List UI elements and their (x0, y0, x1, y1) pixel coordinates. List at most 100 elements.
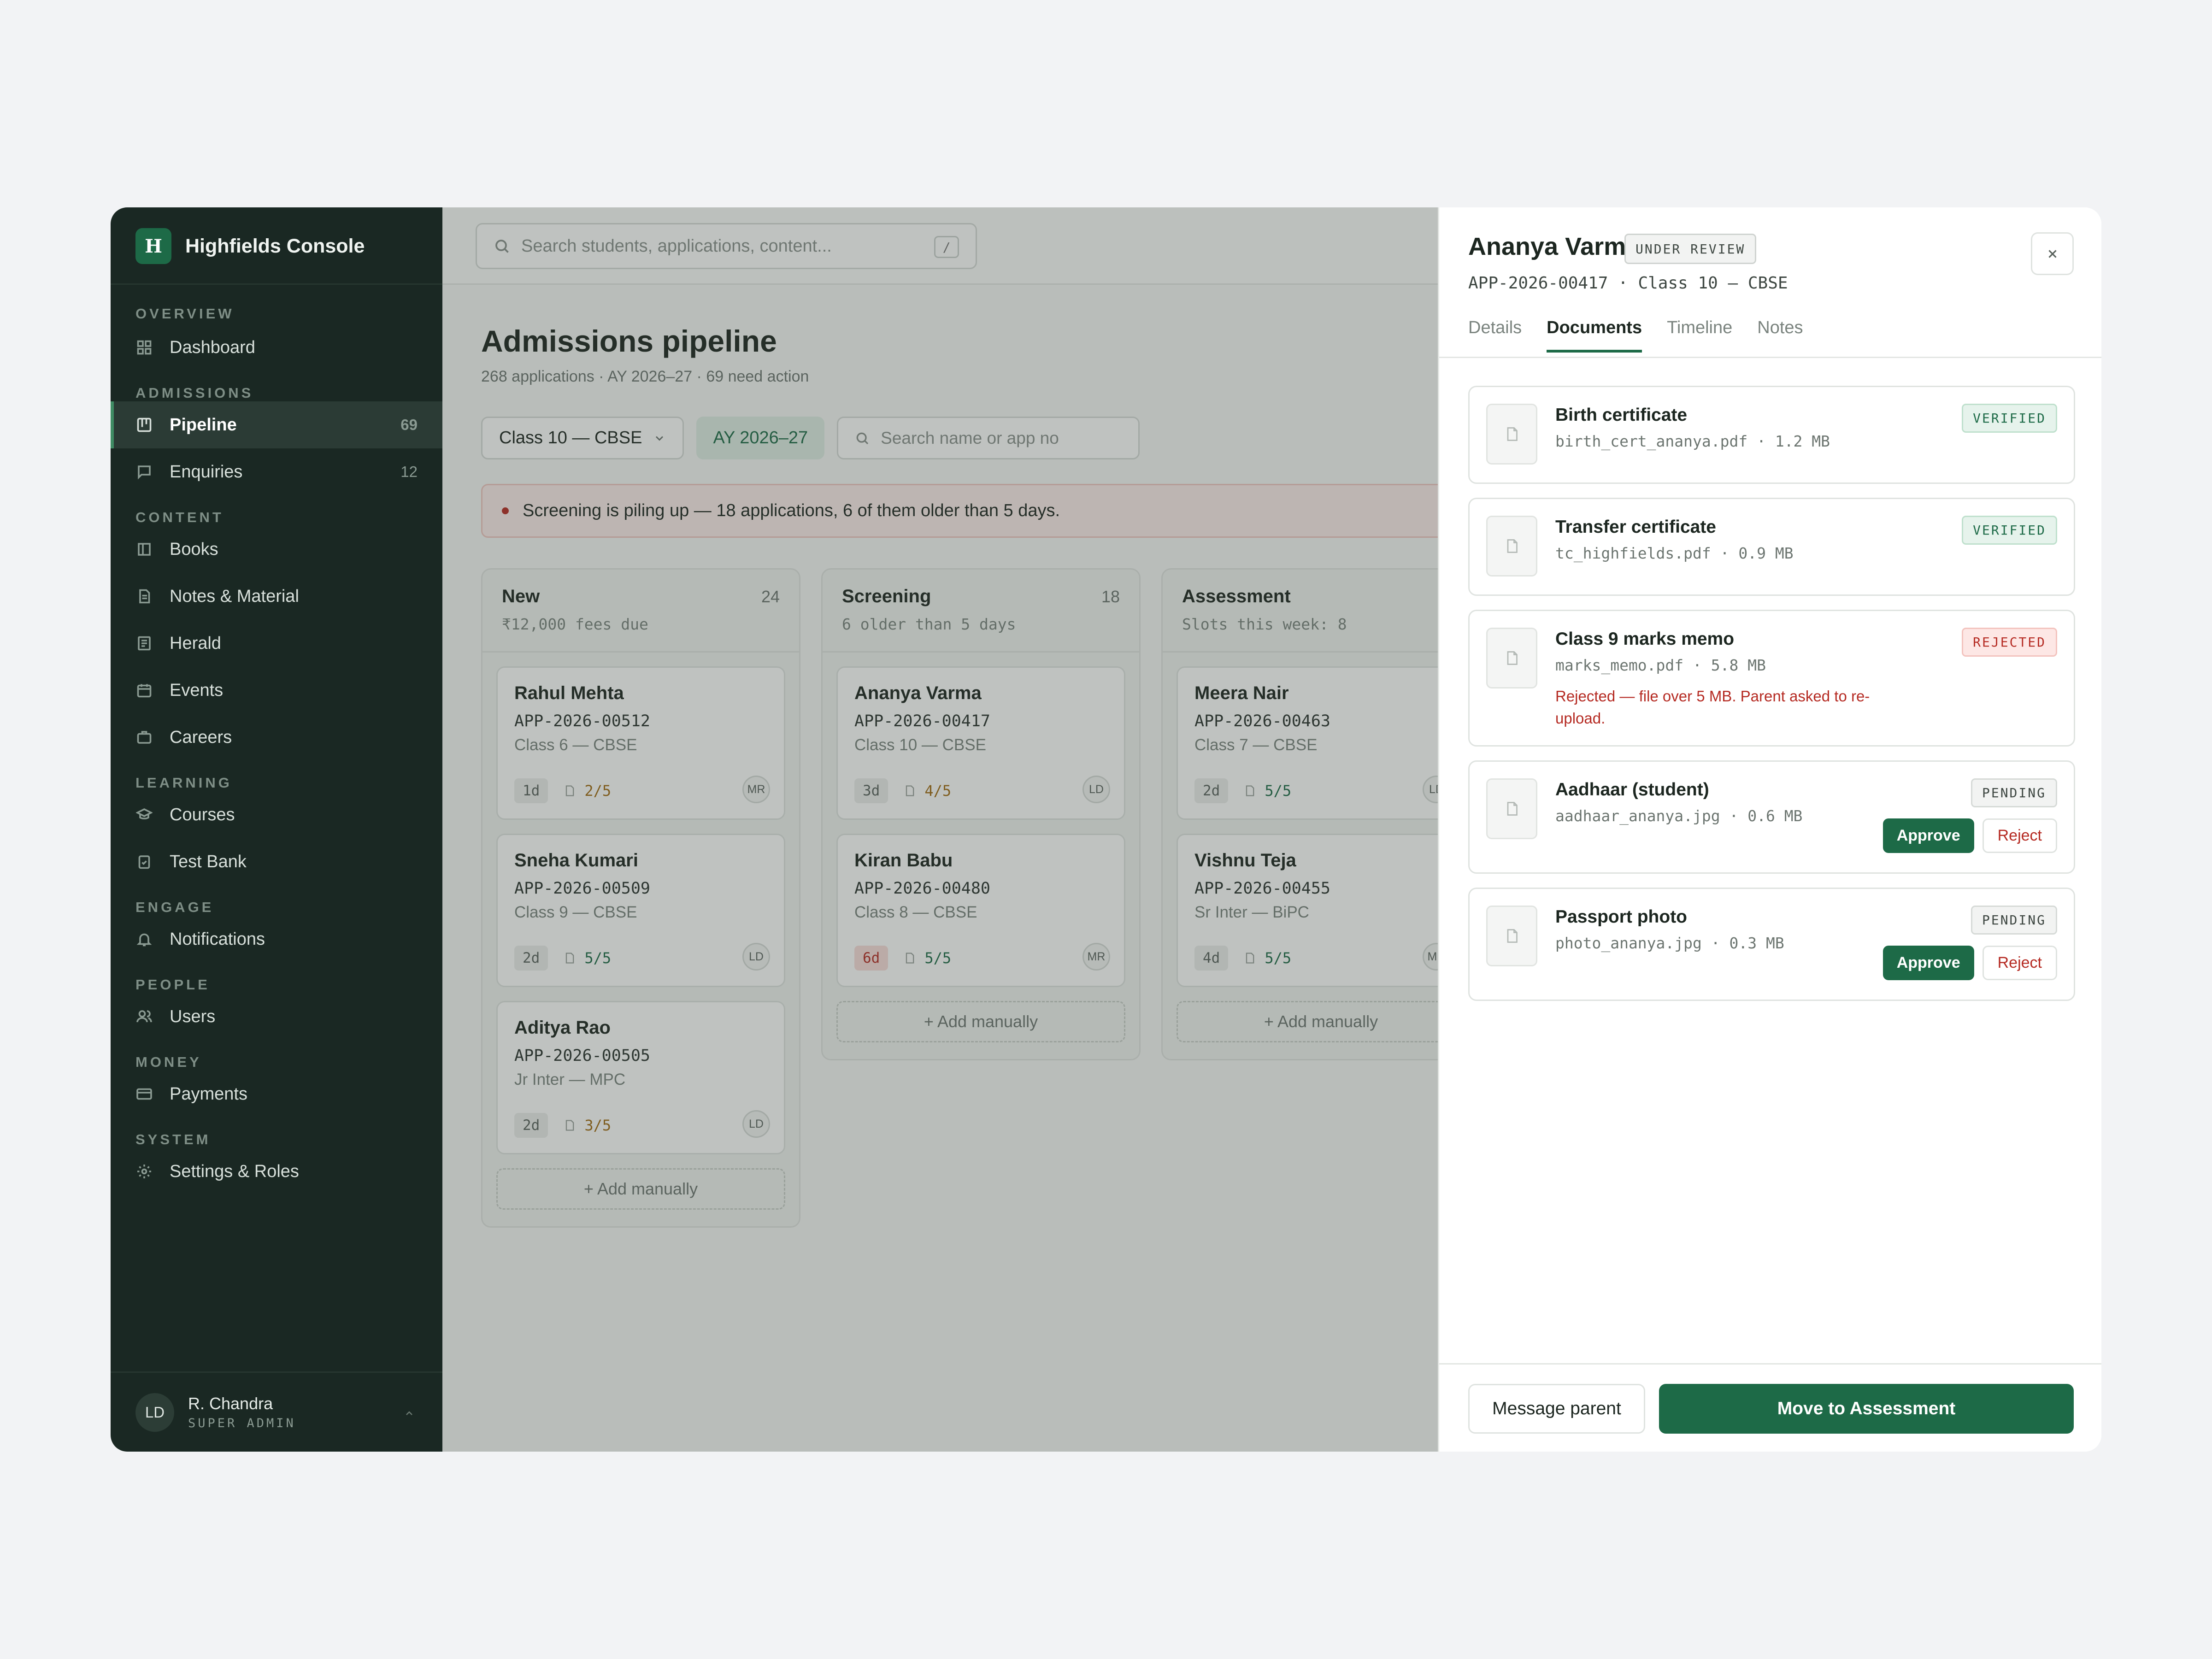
sidebar-item-notifications[interactable]: Notifications (111, 916, 442, 963)
document-item: Passport photo photo_ananya.jpg · 0.3 MB… (1468, 888, 2075, 1001)
sidebar-item-enquiries[interactable]: Enquiries 12 (111, 448, 442, 495)
sidebar-item-label: Pipeline (170, 415, 237, 435)
sidebar-item-events[interactable]: Events (111, 667, 442, 714)
sidebar-item-label: Courses (170, 805, 235, 824)
document-status-badge: VERIFIED (1962, 404, 2057, 433)
sidebar-item-payments[interactable]: Payments (111, 1071, 442, 1118)
document-item: Birth certificate birth_cert_ananya.pdf … (1468, 386, 2075, 484)
rejection-note: Rejected — file over 5 MB. Parent asked … (1555, 688, 1870, 727)
document-status-badge: PENDING (1971, 906, 2057, 935)
reject-button[interactable]: Reject (1982, 818, 2057, 853)
close-button[interactable] (2031, 232, 2074, 275)
sidebar-item-courses[interactable]: Courses (111, 791, 442, 838)
sidebar-item-label: Payments (170, 1084, 247, 1104)
document-status-badge: REJECTED (1962, 628, 2057, 657)
sidebar-item-label: Settings & Roles (170, 1161, 299, 1181)
user-menu[interactable]: LD R. Chandra SUPER ADMIN (111, 1371, 442, 1452)
document-file: birth_cert_ananya.pdf · 1.2 MB (1555, 432, 1830, 450)
document-status-badge: PENDING (1971, 778, 2057, 807)
briefcase-icon (135, 729, 153, 746)
sidebar-item-label: Notes & Material (170, 586, 299, 606)
brand[interactable]: H Highfields Console (135, 228, 365, 264)
user-role: SUPER ADMIN (188, 1416, 296, 1430)
sidebar-item-count: 69 (400, 416, 418, 433)
message-parent-button[interactable]: Message parent (1468, 1384, 1645, 1434)
modal-backdrop[interactable] (442, 207, 1438, 1452)
document-item: Aadhaar (student) aadhaar_ananya.jpg · 0… (1468, 760, 2075, 874)
divider (111, 283, 442, 285)
file-icon (1486, 906, 1537, 966)
file-icon (1486, 778, 1537, 839)
document-list: Birth certificate birth_cert_ananya.pdf … (1468, 386, 2075, 1015)
drawer-footer: Message parent Move to Assessment (1439, 1363, 2101, 1452)
book-icon (135, 541, 153, 558)
document-actions: Approve Reject (1883, 818, 2057, 853)
section-money: MONEY (135, 1054, 202, 1070)
sidebar-item-herald[interactable]: Herald (111, 620, 442, 667)
sidebar-item-label: Events (170, 680, 224, 700)
grid-icon (135, 339, 153, 356)
app-window: H Highfields Console OVERVIEW Dashboard … (111, 207, 2101, 1452)
user-name: R. Chandra (188, 1394, 273, 1413)
sidebar-item-careers[interactable]: Careers (111, 714, 442, 761)
tab-timeline[interactable]: Timeline (1667, 318, 1732, 348)
users-icon (135, 1008, 153, 1025)
sidebar-item-users[interactable]: Users (111, 993, 442, 1040)
sidebar-item-books[interactable]: Books (111, 526, 442, 573)
sidebar-item-label: Enquiries (170, 462, 243, 482)
file-icon (1486, 404, 1537, 465)
calendar-icon (135, 682, 153, 699)
file-text-icon (135, 588, 153, 605)
status-badge: UNDER REVIEW (1624, 234, 1757, 264)
tab-notes[interactable]: Notes (1757, 318, 1803, 348)
sidebar-item-label: Careers (170, 727, 232, 747)
section-admissions: ADMISSIONS (135, 385, 254, 401)
section-learning: LEARNING (135, 775, 232, 791)
chat-icon (135, 463, 153, 481)
chevron-up-icon (406, 1411, 412, 1415)
graduation-cap-icon (135, 806, 153, 824)
drawer-tabs: Details Documents Timeline Notes (1468, 318, 1828, 353)
section-engage: ENGAGE (135, 899, 214, 915)
file-icon (1486, 516, 1537, 577)
divider (1439, 357, 2101, 358)
newspaper-icon (135, 635, 153, 652)
gear-icon (135, 1163, 153, 1180)
sidebar-item-pipeline[interactable]: Pipeline 69 (111, 401, 442, 448)
section-system: SYSTEM (135, 1131, 211, 1147)
approve-button[interactable]: Approve (1883, 818, 1974, 853)
section-overview: OVERVIEW (135, 306, 235, 322)
sidebar-item-label: Notifications (170, 929, 265, 949)
move-to-assessment-button[interactable]: Move to Assessment (1659, 1384, 2074, 1434)
document-actions: Approve Reject (1883, 946, 2057, 980)
sidebar-item-label: Books (170, 539, 218, 559)
sidebar-item-label: Dashboard (170, 337, 255, 357)
sidebar: H Highfields Console OVERVIEW Dashboard … (111, 207, 442, 1452)
tab-documents[interactable]: Documents (1547, 318, 1642, 353)
sidebar-item-testbank[interactable]: Test Bank (111, 838, 442, 885)
document-file: marks_memo.pdf · 5.8 MB (1555, 656, 1766, 674)
tab-details[interactable]: Details (1468, 318, 1522, 348)
file-icon (1486, 628, 1537, 688)
document-item: Class 9 marks memo marks_memo.pdf · 5.8 … (1468, 610, 2075, 747)
section-people: PEOPLE (135, 977, 210, 993)
sidebar-nav: OVERVIEW Dashboard ADMISSIONS Pipeline 6… (111, 302, 442, 1195)
drawer-student-name: Ananya Varma (1468, 233, 1640, 260)
document-file: tc_highfields.pdf · 0.9 MB (1555, 544, 1794, 562)
sidebar-item-dashboard[interactable]: Dashboard (111, 324, 442, 371)
sidebar-item-count: 12 (400, 463, 418, 480)
sidebar-item-label: Users (170, 1006, 216, 1026)
application-drawer: Ananya Varma UNDER REVIEW APP-2026-00417… (1438, 207, 2101, 1452)
sidebar-item-label: Herald (170, 633, 221, 653)
section-content: CONTENT (135, 509, 224, 525)
approve-button[interactable]: Approve (1883, 946, 1974, 980)
clipboard-check-icon (135, 853, 153, 871)
document-status-badge: VERIFIED (1962, 516, 2057, 545)
sidebar-item-settings[interactable]: Settings & Roles (111, 1148, 442, 1195)
drawer-app-info: APP-2026-00417 · Class 10 — CBSE (1468, 274, 1788, 293)
kanban-icon (135, 416, 153, 434)
app-title: Highfields Console (185, 235, 365, 257)
credit-card-icon (135, 1085, 153, 1103)
sidebar-item-notes[interactable]: Notes & Material (111, 573, 442, 620)
reject-button[interactable]: Reject (1982, 946, 2057, 980)
